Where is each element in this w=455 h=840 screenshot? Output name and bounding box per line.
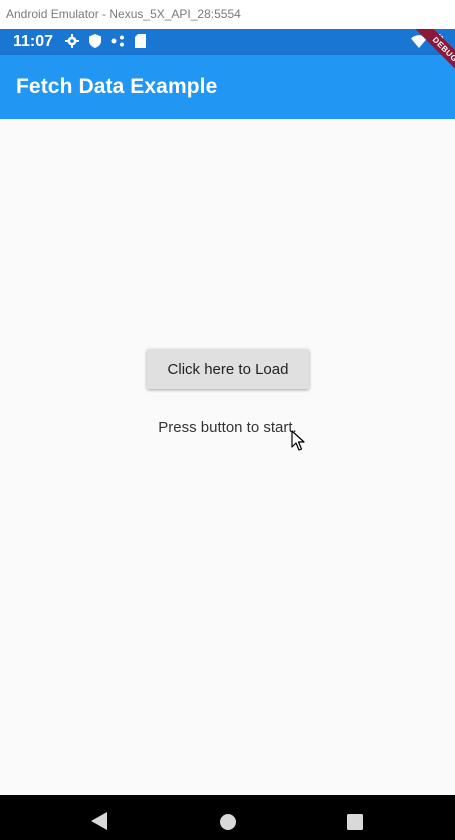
dots-icon xyxy=(111,35,125,47)
load-button[interactable]: Click here to Load xyxy=(147,349,309,389)
recents-icon[interactable] xyxy=(347,814,363,835)
status-bar: 11:07 xyxy=(0,29,455,55)
nav-bar xyxy=(0,795,455,840)
battery-icon xyxy=(435,34,443,53)
wifi-icon xyxy=(411,34,427,53)
sd-card-icon xyxy=(135,34,146,48)
home-icon[interactable] xyxy=(220,814,236,835)
app-title: Fetch Data Example xyxy=(16,75,218,98)
mouse-cursor-icon xyxy=(291,430,305,457)
window-title: Android Emulator - Nexus_5X_API_28:5554 xyxy=(0,0,455,29)
status-time: 11:07 xyxy=(13,33,54,50)
status-message: Press button to start. xyxy=(158,419,297,436)
main-content: Click here to Load Press button to start… xyxy=(0,119,455,795)
app-bar: Fetch Data Example xyxy=(0,55,455,119)
gear-icon xyxy=(65,34,79,48)
back-icon[interactable] xyxy=(91,812,107,835)
shield-icon xyxy=(89,34,101,48)
